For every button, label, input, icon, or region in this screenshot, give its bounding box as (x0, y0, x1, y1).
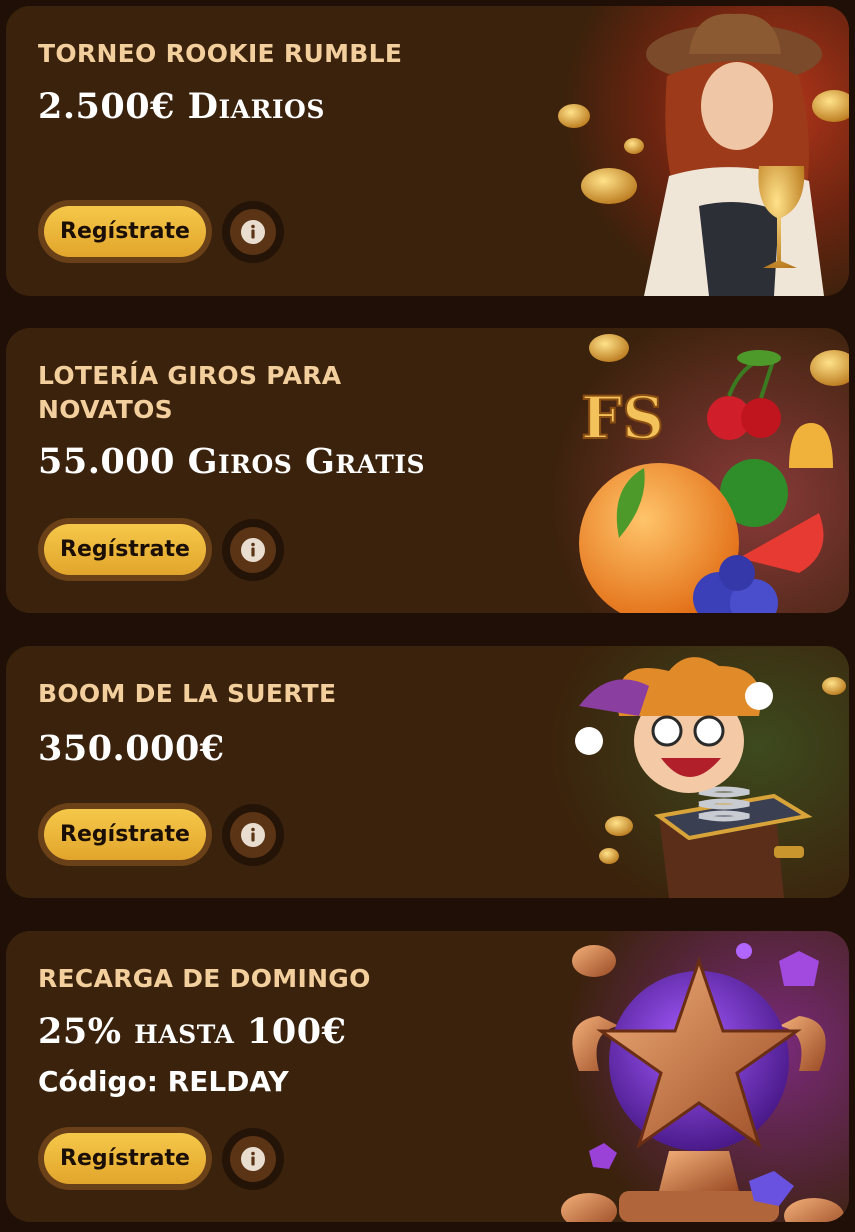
star-trophy-illustration (549, 931, 849, 1222)
fs-label: FS (581, 384, 664, 452)
promo-prize: 2.500€ Diarios (38, 86, 325, 127)
register-button[interactable]: Regístrate (38, 803, 212, 866)
jester-box-illustration (549, 646, 849, 898)
register-button[interactable]: Regístrate (38, 518, 212, 581)
register-button-label: Regístrate (44, 524, 206, 575)
promo-card-boom-de-la-suerte: BOOM DE LA SUERTE 350.000€ Regístrate (6, 646, 849, 898)
promo-title: BOOM DE LA SUERTE (38, 679, 337, 708)
promo-title: LOTERÍA GIROS PARA NOVATOS (38, 361, 342, 424)
info-icon (241, 220, 265, 244)
info-button[interactable] (222, 804, 284, 866)
promo-card-rookie-rumble: TORNEO ROOKIE RUMBLE 2.500€ Diarios Regí… (6, 6, 849, 296)
promotions-list: TORNEO ROOKIE RUMBLE 2.500€ Diarios Regí… (0, 0, 855, 1232)
info-icon (241, 823, 265, 847)
register-button[interactable]: Regístrate (38, 1127, 212, 1190)
promo-prize: 350.000€ (38, 728, 225, 769)
info-icon (241, 538, 265, 562)
promo-prize: 25% hasta 100€ (38, 1011, 347, 1052)
promo-card-loteria-giros: LOTERÍA GIROS PARA NOVATOS 55.000 Giros … (6, 328, 849, 613)
info-button[interactable] (222, 1128, 284, 1190)
register-button-label: Regístrate (44, 206, 206, 257)
register-button-label: Regístrate (44, 1133, 206, 1184)
promo-prize: 55.000 Giros Gratis (38, 441, 426, 482)
promo-title: RECARGA DE DOMINGO (38, 964, 371, 993)
info-button[interactable] (222, 201, 284, 263)
promo-title: TORNEO ROOKIE RUMBLE (38, 39, 403, 68)
cowgirl-trophy-illustration (549, 6, 849, 296)
promo-code: Código: RELDAY (38, 1065, 289, 1098)
register-button-label: Regístrate (44, 809, 206, 860)
promo-card-recarga-de-domingo: RECARGA DE DOMINGO 25% hasta 100€ Código… (6, 931, 849, 1222)
register-button[interactable]: Regístrate (38, 200, 212, 263)
info-button[interactable] (222, 519, 284, 581)
info-icon (241, 1147, 265, 1171)
fruit-slot-illustration: FS (549, 328, 849, 613)
